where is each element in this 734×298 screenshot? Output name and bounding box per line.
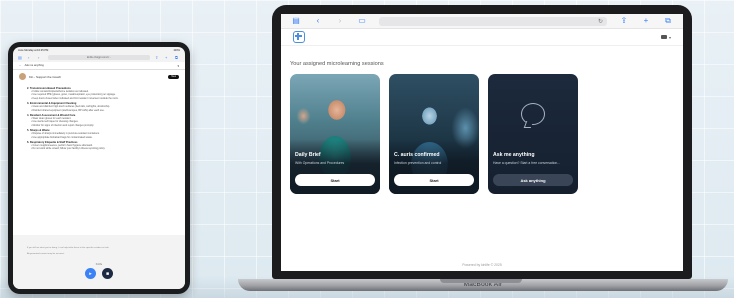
chat-bullet: • Keep doors closed when indicated and l…	[31, 96, 119, 100]
macbook-lid: ▤ ‹ › ▭ ↻ ⇪ + ⧉ ▾ Your assigned microlea…	[272, 5, 692, 279]
card-subtitle: With Operations and Procedures	[295, 161, 345, 165]
session-card-ask-me-anything[interactable]: Ask me anything Have a question? Start a…	[488, 74, 578, 194]
status-battery: 100%	[173, 49, 180, 52]
tabs-icon[interactable]: ⧉	[663, 16, 673, 26]
card-subtitle: Infection prevention and control	[394, 161, 442, 165]
back-icon[interactable]: ‹	[28, 55, 33, 60]
avatar	[19, 73, 26, 80]
chat-agent-name: Kin - Support the Coach	[29, 74, 62, 79]
forward-icon[interactable]: ›	[335, 16, 345, 26]
voice-controls: ▸ ■	[13, 268, 185, 279]
ipad-app-bar: ← Ask me anything ▾	[13, 62, 185, 70]
stop-icon: ■	[105, 270, 110, 277]
chat-bullet: • Monitor for signs of infection and rep…	[31, 123, 94, 127]
status-time: June Monday at 10:25 PM	[18, 49, 49, 52]
session-card-c-auris[interactable]: C. auris confirmed Infection prevention …	[389, 74, 479, 194]
powered-by-footer: Powered by kinlife © 2025	[462, 263, 502, 267]
ipad-app-title: Ask me anything	[24, 64, 44, 67]
session-cards: Daily Brief With Operations and Procedur…	[281, 67, 683, 194]
app-header: ▾	[281, 29, 683, 46]
chat-bullet: • Do not work while unwell; follow your …	[31, 147, 106, 151]
ipad-chat-body: 2. Transmission-Based Precautions • Follo…	[13, 83, 185, 235]
chat-bullet: • Disinfect shared equipment (stethoscop…	[31, 108, 105, 112]
new-tab-icon[interactable]: +	[165, 55, 170, 60]
start-button[interactable]: Start	[394, 174, 474, 186]
sidebar-icon[interactable]: ▤	[18, 55, 23, 60]
play-icon: ▸	[89, 270, 92, 277]
ipad-url-bar[interactable]: kinlife.chatgpt.com/c/...	[48, 55, 150, 60]
language-icon[interactable]: ▾	[177, 64, 179, 68]
reload-icon[interactable]: ↻	[598, 18, 603, 25]
reader-icon[interactable]: ▭	[357, 16, 367, 26]
macbook-screen: ▤ ‹ › ▭ ↻ ⇪ + ⧉ ▾ Your assigned microlea…	[281, 14, 683, 271]
cross-logo-icon[interactable]	[293, 31, 305, 43]
chat-bubble-icon	[521, 103, 545, 125]
ipad-device: June Monday at 10:25 PM 100% ▤ ‹ › kinli…	[8, 42, 190, 294]
url-bar[interactable]: ↻	[379, 16, 607, 26]
new-tab-icon[interactable]: +	[641, 16, 651, 26]
ask-anything-button[interactable]: Ask anything	[493, 174, 573, 186]
flag-icon	[660, 35, 667, 39]
card-subtitle: Have a question? Start a free conversati…	[493, 161, 561, 165]
chat-bullet: • Use appropriate biohazard bags for con…	[31, 135, 93, 139]
card-title: C. auris confirmed	[394, 152, 440, 158]
sidebar-icon[interactable]: ▤	[291, 16, 301, 26]
start-button[interactable]: Start	[295, 174, 375, 186]
back-icon[interactable]: ‹	[313, 16, 323, 26]
play-button[interactable]: ▸	[85, 268, 96, 279]
browser-toolbar: ▤ ‹ › ▭ ↻ ⇪ + ⧉	[281, 14, 683, 29]
card-title: Daily Brief	[295, 152, 321, 158]
language-selector[interactable]: ▾	[660, 34, 671, 40]
card-title: Ask me anything	[493, 152, 535, 158]
ipad-browser-toolbar: ▤ ‹ › kinlife.chatgpt.com/c/... ⇪ + ⧉	[13, 53, 185, 62]
sessions-heading: Your assigned microlearning sessions	[290, 61, 384, 67]
macbook-notch	[440, 279, 522, 283]
back-arrow-icon[interactable]: ←	[19, 64, 22, 67]
share-icon[interactable]: ⇪	[155, 55, 160, 60]
ipad-screen: June Monday at 10:25 PM 100% ▤ ‹ › kinli…	[13, 47, 185, 289]
controls-label: Kinlife	[95, 263, 103, 266]
tabs-icon[interactable]: ⧉	[175, 55, 180, 60]
ipad-bottom-panel: If you tell me what you're doing, I can …	[13, 245, 185, 289]
ipad-url-text: kinlife.chatgpt.com/c/...	[86, 56, 112, 59]
new-chat-button[interactable]: New	[168, 74, 179, 79]
ipad-chat-header: Kin - Support the Coach New	[13, 70, 185, 83]
chevron-down-icon: ▾	[668, 34, 671, 40]
forward-icon[interactable]: ›	[38, 55, 43, 60]
ai-disclaimer: AI-generated content may be incorrect	[27, 253, 65, 255]
share-icon[interactable]: ⇪	[619, 16, 629, 26]
stop-button[interactable]: ■	[102, 268, 113, 279]
session-card-daily-brief[interactable]: Daily Brief With Operations and Procedur…	[290, 74, 380, 194]
